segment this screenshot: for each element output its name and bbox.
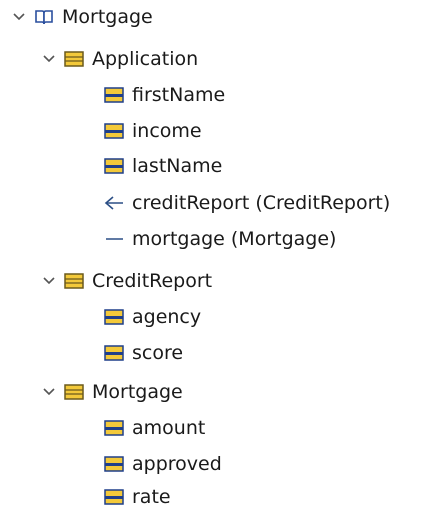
chevron-down-icon[interactable] [40,272,58,290]
tree-node-label: income [132,120,202,142]
package-icon [34,8,54,26]
tree-node-label: mortgage (Mortgage) [132,228,337,250]
attribute-icon [104,456,124,472]
attribute-icon [104,87,124,103]
tree-node-label: Mortgage [62,6,153,28]
tree-node-label: score [132,342,184,364]
attribute-icon [104,158,124,174]
class-icon [64,384,84,400]
tree-node-mortgage-class[interactable]: Mortgage [40,375,183,409]
tree-node-label: firstName [132,84,226,106]
tree-node-label: CreditReport [92,270,213,292]
tree-node-label: Mortgage [92,381,183,403]
tree-node-association[interactable]: mortgage (Mortgage) [104,222,336,256]
attribute-icon [104,345,124,361]
tree-node-association[interactable]: creditReport (CreditReport) [104,186,390,220]
association-many-icon [104,195,124,211]
attribute-icon [104,309,124,325]
class-icon [64,51,84,67]
tree-node-label: lastName [132,155,223,177]
tree-node-attribute[interactable]: income [104,114,202,148]
tree-node-label: approved [132,453,222,475]
tree-node-attribute[interactable]: lastName [104,149,222,183]
chevron-down-icon[interactable] [40,383,58,401]
tree-node-attribute[interactable]: agency [104,300,201,334]
tree-node-attribute[interactable]: approved [104,447,222,481]
tree-node-label: agency [132,306,202,328]
attribute-icon [104,123,124,139]
attribute-icon [104,420,124,436]
model-tree: Mortgage Application firstName income la… [0,0,431,512]
tree-node-application-class[interactable]: Application [40,42,198,76]
tree-node-attribute[interactable]: rate [104,480,171,514]
tree-node-label: amount [132,417,206,439]
tree-node-attribute[interactable]: amount [104,411,205,445]
tree-node-label: Application [92,48,199,70]
attribute-icon [104,489,124,505]
tree-node-attribute[interactable]: score [104,336,183,370]
chevron-down-icon[interactable] [10,8,28,26]
tree-node-attribute[interactable]: firstName [104,78,225,112]
tree-node-creditreport-class[interactable]: CreditReport [40,264,212,298]
tree-node-label: rate [132,486,171,508]
association-one-icon [104,231,124,247]
tree-node-label: creditReport (CreditReport) [132,192,391,214]
chevron-down-icon[interactable] [40,50,58,68]
class-icon [64,273,84,289]
tree-node-mortgage-package[interactable]: Mortgage [10,0,153,34]
